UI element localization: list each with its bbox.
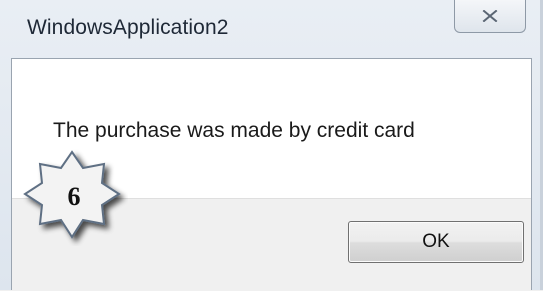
- title-bar[interactable]: WindowsApplication2: [0, 0, 540, 54]
- ok-button[interactable]: OK: [348, 221, 524, 263]
- message-box-window: WindowsApplication2 The purchase was mad…: [0, 0, 543, 291]
- close-x-icon: [482, 10, 498, 22]
- step-badge: 6: [20, 148, 128, 246]
- message-text: The purchase was made by credit card: [53, 119, 415, 142]
- close-button[interactable]: [454, 0, 526, 33]
- window-title: WindowsApplication2: [27, 16, 229, 39]
- step-number: 6: [67, 182, 81, 211]
